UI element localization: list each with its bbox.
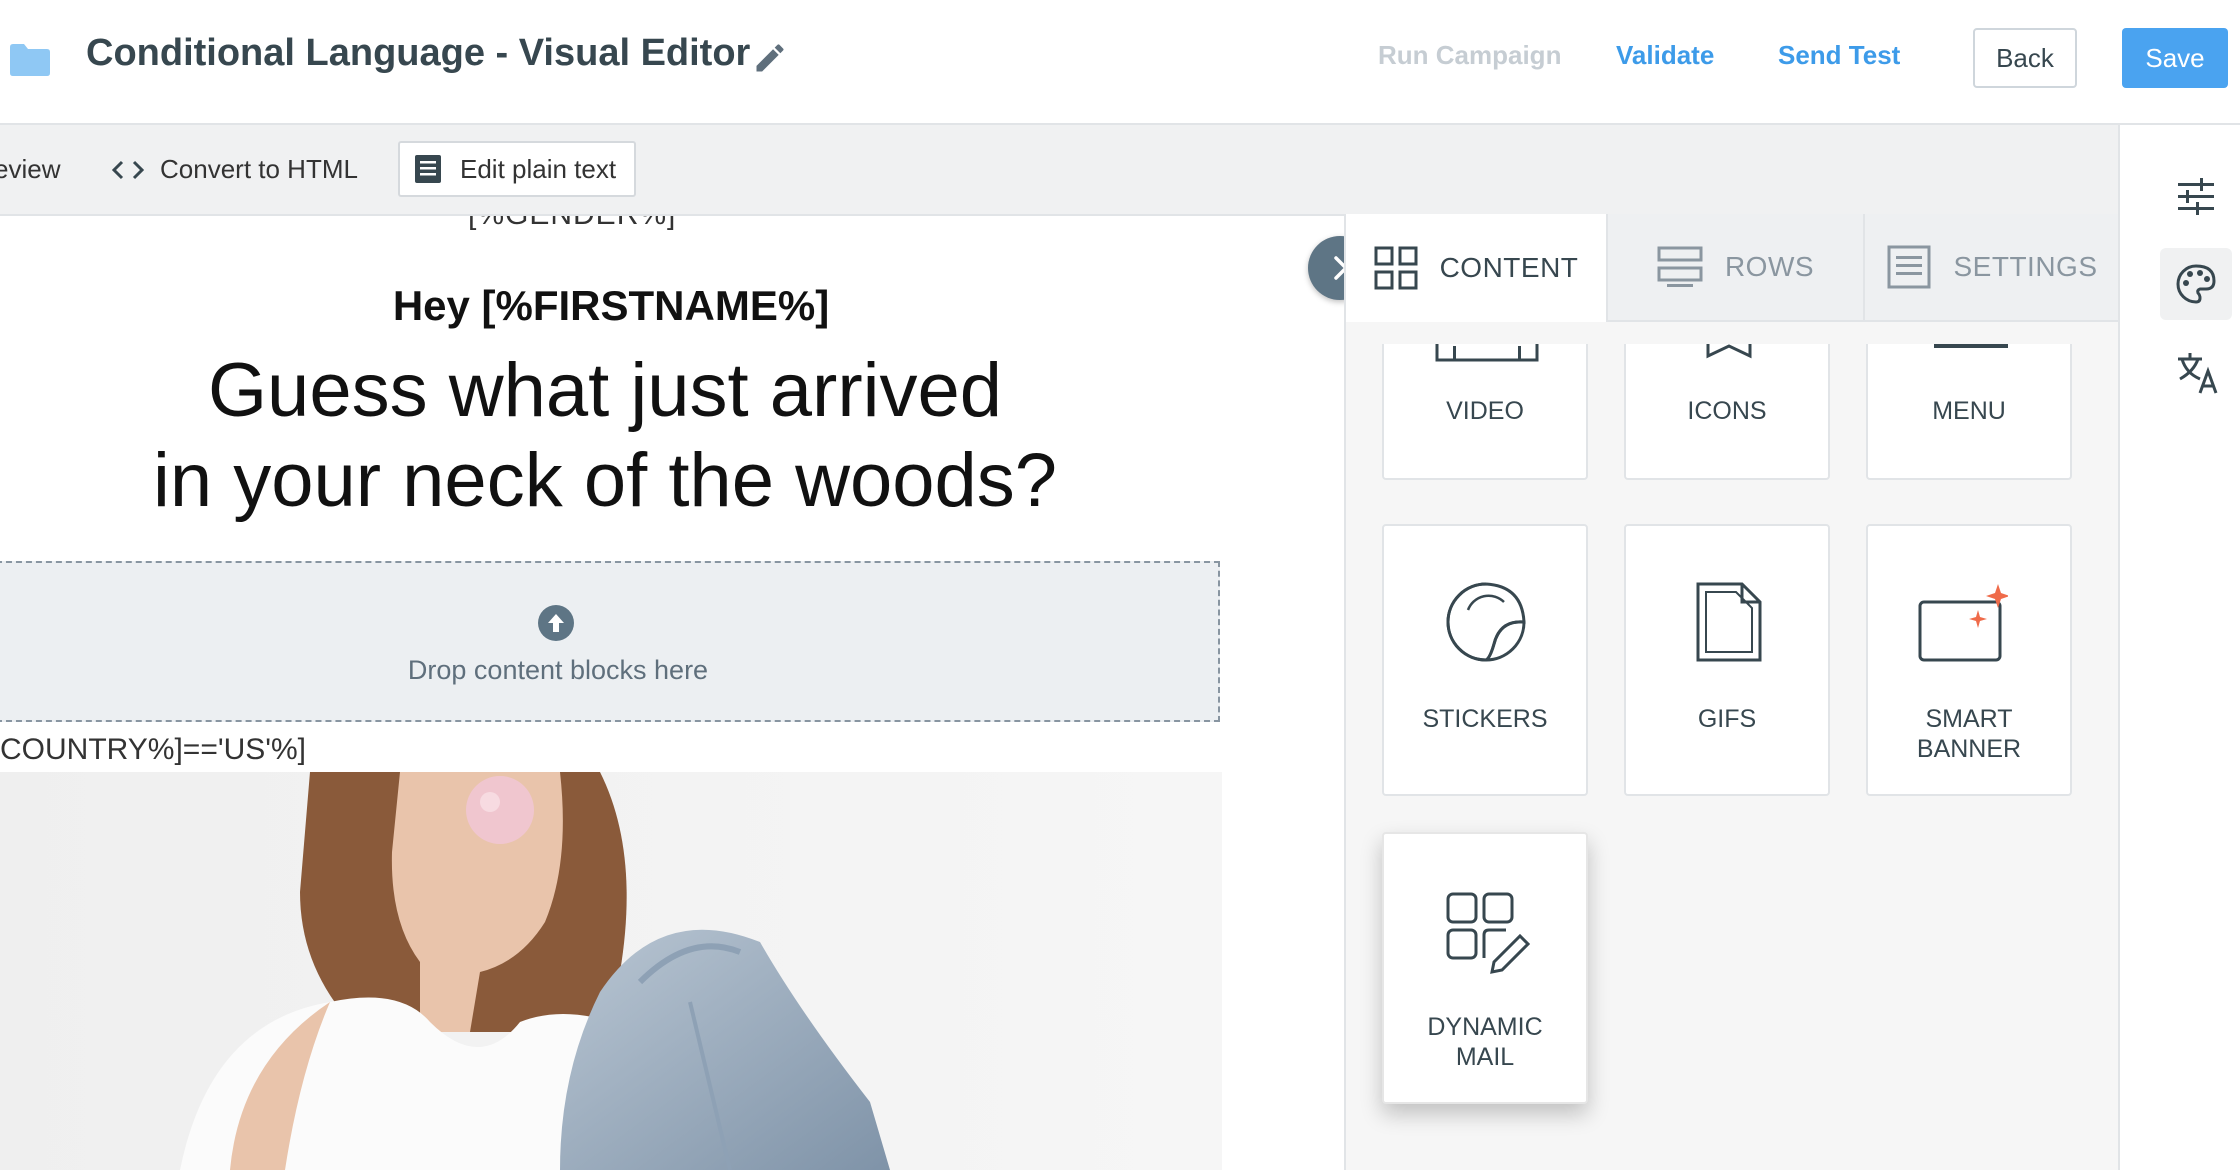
block-video-label: VIDEO bbox=[1446, 397, 1524, 425]
rail-translate-button[interactable] bbox=[2160, 335, 2232, 407]
headline-line-2: in your neck of the woods? bbox=[152, 438, 1058, 523]
save-button[interactable]: Save bbox=[2122, 28, 2228, 88]
folder-icon bbox=[10, 44, 50, 76]
preview-label: eview bbox=[0, 154, 61, 184]
headline-line-1: Guess what just arrived bbox=[207, 348, 1003, 433]
block-icons-label: ICONS bbox=[1687, 397, 1767, 425]
convert-to-html-button[interactable]: Convert to HTML bbox=[112, 125, 358, 214]
block-dynamic-mail[interactable]: DYNAMIC MAIL bbox=[1382, 832, 1588, 1104]
rail-sliders-button[interactable] bbox=[2160, 160, 2232, 232]
tab-settings[interactable]: SETTINGS bbox=[1863, 214, 2120, 322]
hero-image[interactable] bbox=[0, 772, 1222, 1170]
editor-toolbar: eview Convert to HTML Edit plain text bbox=[0, 125, 2118, 216]
content-panel: CONTENT ROWS SETTINGS VIDEO ICONS MENU S… bbox=[1344, 214, 2120, 1170]
block-stickers-label: STICKERS bbox=[1422, 705, 1548, 733]
translate-icon bbox=[2178, 353, 2218, 394]
block-gifs[interactable]: GIFS bbox=[1624, 524, 1830, 796]
rail-palette-button[interactable] bbox=[2160, 248, 2232, 320]
run-campaign-link[interactable]: Run Campaign bbox=[1378, 40, 1561, 71]
back-button[interactable]: Back bbox=[1973, 28, 2077, 88]
block-stickers[interactable]: STICKERS bbox=[1382, 524, 1588, 796]
block-menu[interactable]: MENU bbox=[1866, 344, 2072, 480]
rows-icon bbox=[1657, 246, 1703, 287]
page-title: Conditional Language - Visual Editor bbox=[86, 32, 751, 74]
grid-icon bbox=[1374, 246, 1418, 290]
content-blocks-grid: VIDEO ICONS MENU STICKERS GIFS SMART BAN… bbox=[1346, 344, 2120, 1170]
settings-doc-icon bbox=[1887, 245, 1931, 289]
drop-zone-text: Drop content blocks here bbox=[407, 655, 709, 685]
send-test-link[interactable]: Send Test bbox=[1778, 40, 1900, 71]
block-gifs-label: GIFS bbox=[1697, 705, 1757, 733]
block-menu-label: MENU bbox=[1932, 397, 2006, 425]
document-icon bbox=[415, 155, 441, 183]
tab-rows[interactable]: ROWS bbox=[1606, 214, 1863, 322]
tab-content-label: CONTENT bbox=[1439, 252, 1579, 283]
tab-rows-label: ROWS bbox=[1724, 251, 1815, 282]
video-icon bbox=[1435, 344, 1539, 362]
block-smart-banner-label: SMART BANNER bbox=[1868, 704, 2070, 764]
woman-bubblegum-photo bbox=[0, 772, 1222, 1170]
icons-icon bbox=[1706, 344, 1752, 359]
tab-settings-label: SETTINGS bbox=[1953, 251, 2098, 282]
smart-banner-icon bbox=[1918, 584, 2008, 662]
block-icons[interactable]: ICONS bbox=[1624, 344, 1830, 480]
smart-banner-line1: SMART bbox=[1925, 705, 2013, 733]
dynamic-mail-icon bbox=[1446, 892, 1530, 974]
condition-text[interactable]: COUNTRY%]=='US'%] bbox=[0, 733, 306, 767]
validate-link[interactable]: Validate bbox=[1616, 40, 1714, 71]
cropped-merge-tag: [%GENDER%] bbox=[468, 216, 676, 232]
block-smart-banner[interactable]: SMART BANNER bbox=[1866, 524, 2072, 796]
code-icon bbox=[112, 160, 144, 179]
greeting-text[interactable]: Hey [%FIRSTNAME%] bbox=[0, 282, 1222, 330]
right-rail bbox=[2118, 125, 2240, 1170]
edit-plain-text-label: Edit plain text bbox=[460, 153, 617, 184]
drop-zone[interactable]: Drop content blocks here bbox=[0, 561, 1220, 722]
gif-icon bbox=[1696, 582, 1762, 662]
email-canvas[interactable]: [%GENDER%] Hey [%FIRSTNAME%] Guess what … bbox=[0, 216, 1222, 1170]
block-dynamic-mail-label: DYNAMIC MAIL bbox=[1384, 1012, 1586, 1072]
headline-text[interactable]: Guess what just arrived in your neck of … bbox=[0, 346, 1210, 526]
edit-plain-text-button[interactable]: Edit plain text bbox=[398, 141, 637, 197]
top-header: Conditional Language - Visual Editor Run… bbox=[0, 0, 2240, 125]
preview-button[interactable]: eview bbox=[0, 125, 60, 214]
edit-title-pencil-icon[interactable] bbox=[752, 40, 788, 76]
upload-arrow-icon bbox=[538, 605, 574, 641]
panel-tabs: CONTENT ROWS SETTINGS bbox=[1346, 214, 2120, 322]
palette-icon bbox=[2176, 264, 2216, 304]
dynamic-mail-line1: DYNAMIC bbox=[1427, 1013, 1543, 1041]
smart-banner-line2: BANNER bbox=[1916, 735, 2022, 763]
menu-icon bbox=[1934, 344, 2008, 348]
block-video[interactable]: VIDEO bbox=[1382, 344, 1588, 480]
sticker-icon bbox=[1446, 582, 1526, 662]
tab-content[interactable]: CONTENT bbox=[1346, 214, 1606, 322]
convert-to-html-label: Convert to HTML bbox=[160, 154, 358, 184]
dynamic-mail-line2: MAIL bbox=[1455, 1043, 1515, 1071]
sliders-icon bbox=[2178, 178, 2214, 215]
